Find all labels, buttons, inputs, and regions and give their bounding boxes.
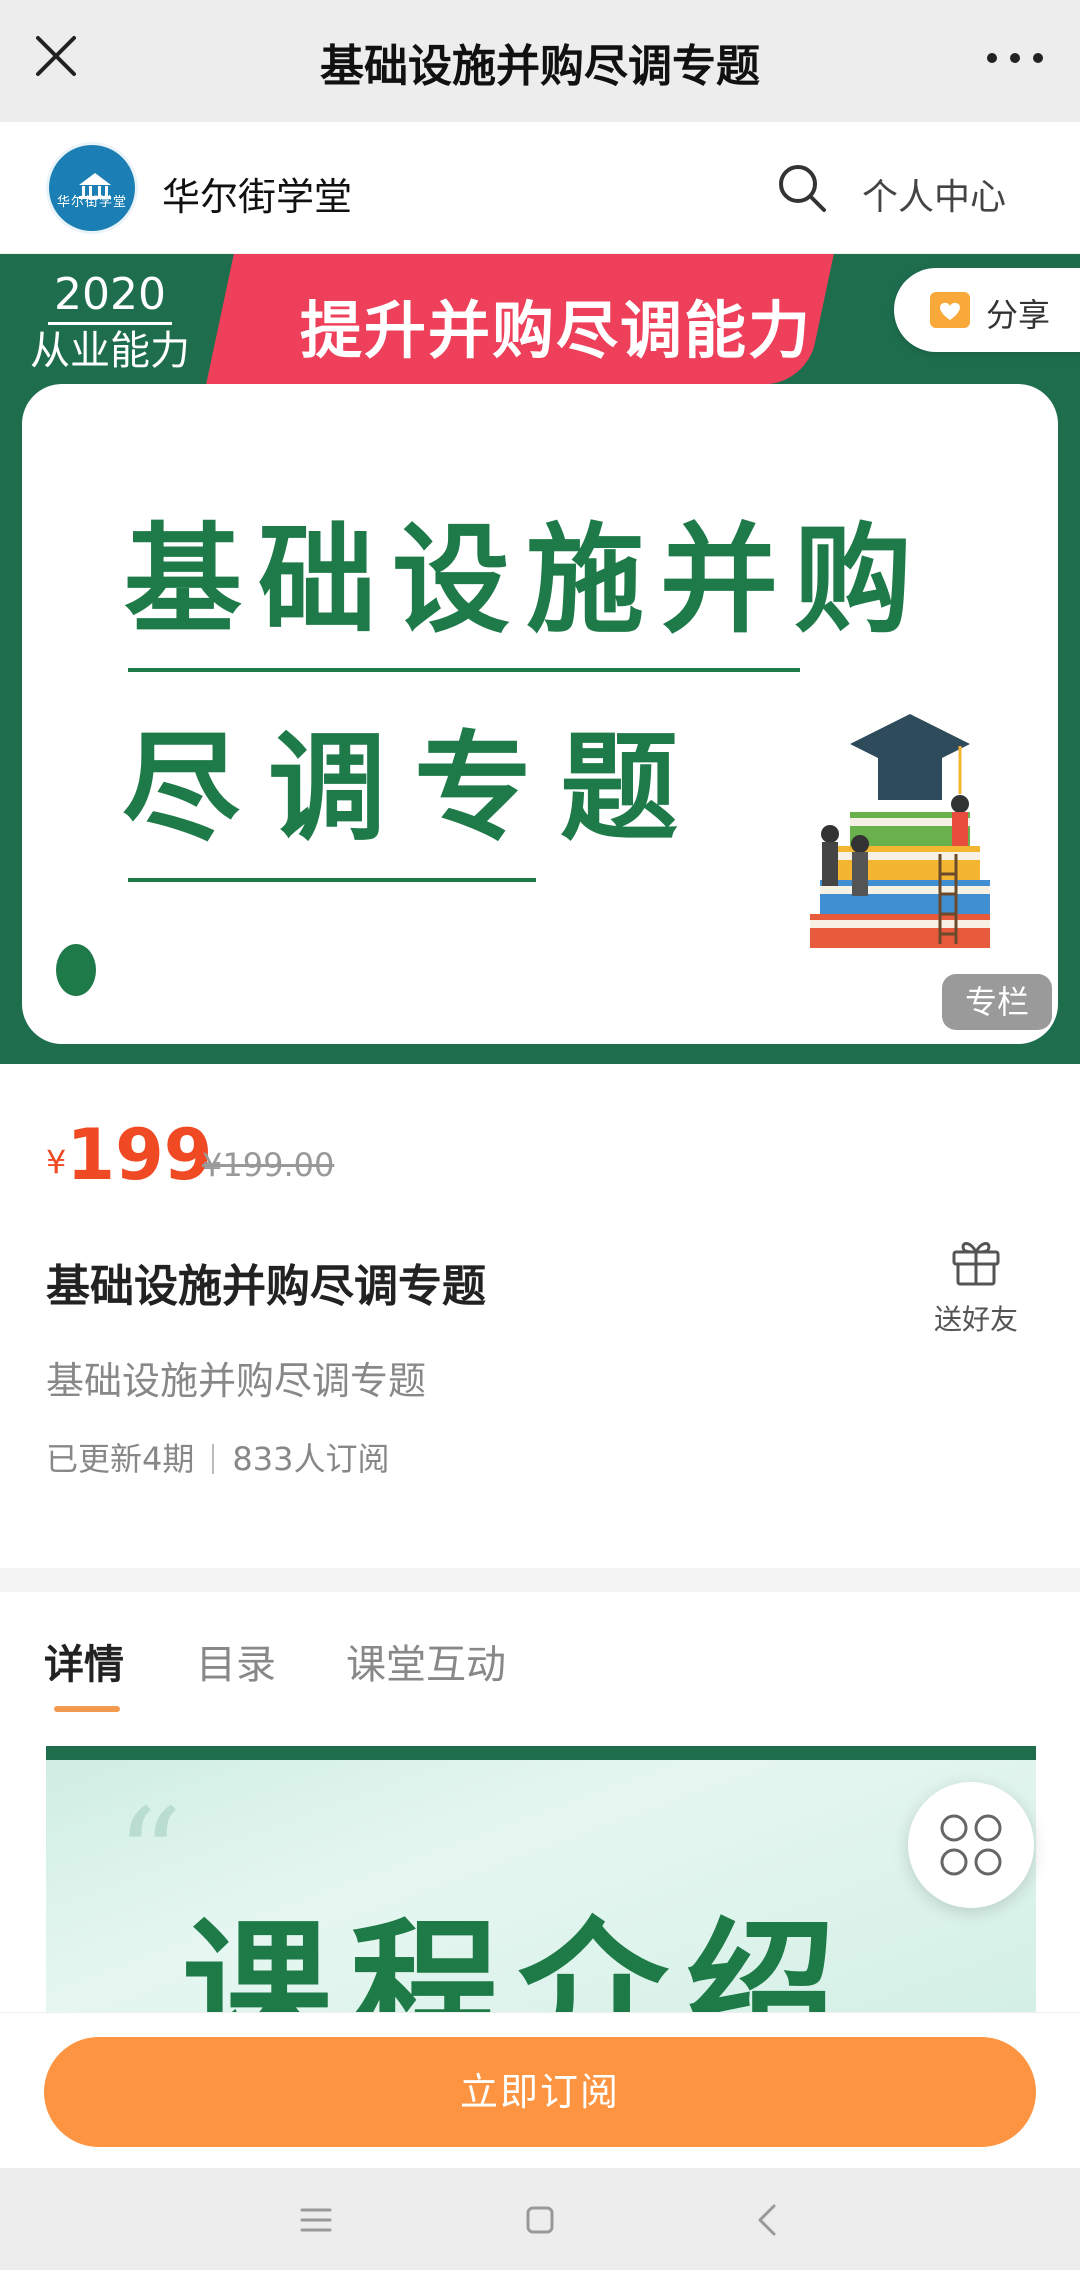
subscribe-button[interactable]: 立即订阅 <box>44 2037 1036 2147</box>
home-key-icon[interactable] <box>518 2198 562 2242</box>
active-tab-indicator <box>54 1706 120 1712</box>
grid-menu-icon <box>940 1814 1002 1876</box>
shop-header: 华尔街学堂 华尔街学堂 个人中心 <box>0 122 1080 254</box>
banner-rule <box>128 668 800 672</box>
currency-symbol: ¥ <box>46 1143 67 1181</box>
product-meta: 已更新4期 833人订阅 <box>46 1434 389 1480</box>
share-button[interactable]: 分享 <box>894 268 1080 352</box>
original-price: ¥199.00 <box>202 1146 335 1184</box>
gift-icon <box>952 1242 1000 1286</box>
search-icon[interactable] <box>776 162 828 214</box>
banner-dot <box>56 944 96 996</box>
share-heart-icon <box>930 292 970 328</box>
product-info: ¥199 ¥199.00 基础设施并购尽调专题 基础设施并购尽调专题 已更新4期… <box>0 1064 1080 1568</box>
user-center-link[interactable]: 个人中心 <box>862 168 1006 220</box>
column-tag: 专栏 <box>942 974 1052 1030</box>
course-intro-image: “ 课程介绍 <box>46 1746 1036 2016</box>
title-bar: 基础设施并购尽调专题 <box>0 0 1080 122</box>
banner-year-subtitle: 从业能力 <box>30 328 190 374</box>
product-subtitle: 基础设施并购尽调专题 <box>46 1359 427 1403</box>
current-price: ¥199 <box>46 1114 212 1196</box>
banner-year-number: 2020 <box>48 268 172 325</box>
back-key-icon[interactable] <box>746 2198 790 2242</box>
floating-menu-button[interactable] <box>908 1782 1034 1908</box>
course-banner: 提升并购尽调能力 2020 从业能力 分享 基础设施并购 尽调专题 专栏 <box>0 254 1080 1064</box>
update-count: 已更新4期 <box>46 1440 195 1478</box>
tab-bar: 详情 目录 课堂互动 <box>0 1592 1080 1722</box>
price-value: 199 <box>66 1114 213 1196</box>
gift-label: 送好友 <box>933 1303 1018 1336</box>
banner-year: 2020 从业能力 <box>30 268 190 377</box>
subscriber-count: 833人订阅 <box>232 1440 390 1478</box>
product-title: 基础设施并购尽调专题 <box>46 1261 486 1312</box>
building-icon <box>79 173 111 199</box>
tab-interaction[interactable]: 课堂互动 <box>346 1632 506 1690</box>
gift-to-friend-button[interactable]: 送好友 <box>926 1232 1026 1338</box>
subscribe-bar: 立即订阅 <box>0 2012 1080 2168</box>
tab-details[interactable]: 详情 <box>44 1632 124 1690</box>
intro-headline: 课程介绍 <box>182 1905 855 2016</box>
shop-logo[interactable]: 华尔街学堂 <box>46 142 138 234</box>
quote-mark: “ <box>116 1780 183 1932</box>
banner-rule <box>128 878 536 882</box>
banner-ribbon-text: 提升并购尽调能力 <box>300 294 813 367</box>
meta-separator <box>212 1444 215 1474</box>
graduation-books-illustration <box>810 714 990 948</box>
section-divider <box>0 1568 1080 1592</box>
banner-headline-2: 尽调专题 <box>122 718 707 857</box>
banner-headline-1: 基础设施并购 <box>124 510 929 649</box>
tab-catalog[interactable]: 目录 <box>196 1632 276 1690</box>
system-nav-bar <box>0 2168 1080 2270</box>
more-icon[interactable] <box>980 38 1050 78</box>
share-label: 分享 <box>986 296 1051 334</box>
menu-key-icon[interactable] <box>294 2198 338 2242</box>
shop-name[interactable]: 华尔街学堂 <box>162 166 352 221</box>
logo-text: 华尔街学堂 <box>56 195 127 210</box>
page-title: 基础设施并购尽调专题 <box>320 41 760 92</box>
